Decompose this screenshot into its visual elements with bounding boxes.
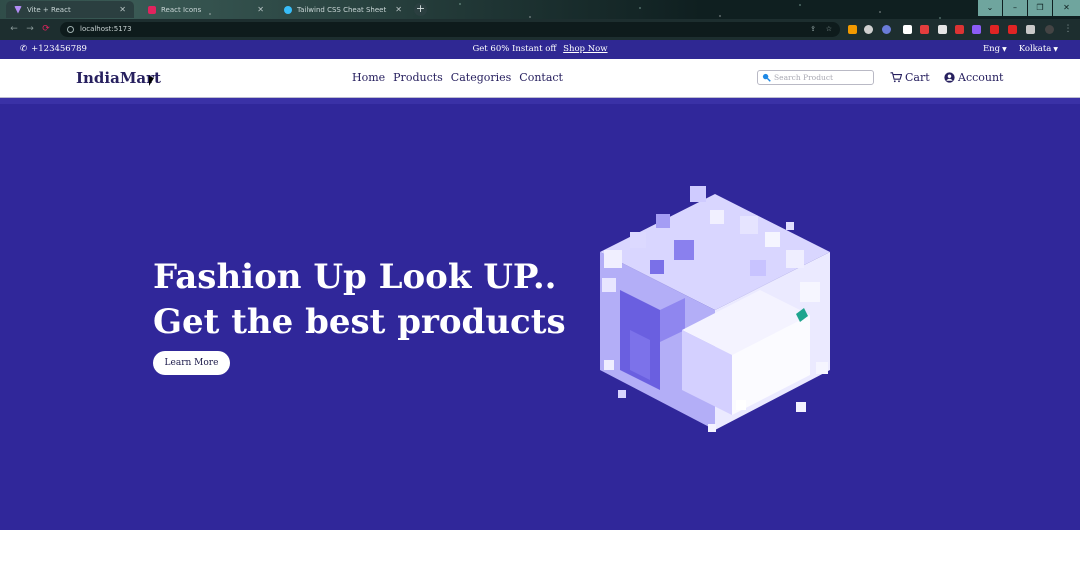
reload-icon[interactable]: ⟳ (40, 23, 52, 35)
maximize-button[interactable]: ❐ (1028, 0, 1052, 16)
browser-chrome: Vite + React ✕ React Icons ✕ Tailwind CS… (0, 0, 1080, 40)
caret-down-icon: ▼ (1053, 46, 1058, 53)
search-icon (762, 73, 771, 82)
language-value: Eng (982, 44, 1001, 54)
promo-selectors: Eng ▼ Kolkata ▼ (983, 44, 1058, 54)
promo-offer: Get 60% Instant off Shop Now (0, 44, 1080, 54)
new-tab-button[interactable]: + (414, 3, 427, 16)
caret-down-icon: ▼ (1002, 46, 1007, 53)
headline-line-1: Fashion Up Look UP.. (153, 257, 557, 297)
language-select[interactable]: Eng ▼ (983, 44, 1007, 54)
extension-icon[interactable] (864, 25, 873, 34)
cart-icon (890, 72, 902, 83)
close-icon[interactable]: ✕ (119, 5, 126, 14)
location-select[interactable]: Kolkata ▼ (1019, 44, 1058, 54)
cart-label: Cart (905, 71, 930, 84)
nav-link-home[interactable]: Home (352, 71, 385, 84)
content-below-hero (0, 530, 1080, 580)
main-menu: Home Products Categories Contact (352, 71, 563, 84)
browser-tab-react-icons[interactable]: React Icons ✕ (140, 1, 272, 18)
extension-icon[interactable] (955, 25, 964, 34)
bookmark-star-icon[interactable]: ☆ (826, 22, 832, 37)
browser-tab-vite[interactable]: Vite + React ✕ (6, 1, 134, 18)
voxel-cube-illustration (600, 186, 830, 432)
close-icon[interactable]: ✕ (395, 5, 402, 14)
extension-icon[interactable] (972, 25, 981, 34)
extension-icon[interactable] (1026, 25, 1035, 34)
close-window-button[interactable]: ✕ (1053, 0, 1080, 16)
tab-search-button[interactable]: ⌄ (978, 0, 1002, 16)
nav-link-contact[interactable]: Contact (519, 71, 563, 84)
tailwind-favicon-icon (284, 5, 292, 14)
vite-favicon-icon (14, 5, 22, 14)
offer-text: Get 60% Instant off (472, 44, 557, 54)
tab-title: React Icons (161, 5, 202, 14)
browser-tab-tailwind[interactable]: Tailwind CSS Cheat Sheet ✕ (276, 1, 410, 18)
extension-icon[interactable] (903, 25, 912, 34)
mouse-cursor-icon (149, 76, 154, 86)
promo-bar: ✆ +123456789 Get 60% Instant off Shop No… (0, 40, 1080, 59)
hero-headline: Fashion Up Look UP.. Get the best produc… (153, 255, 566, 345)
profile-avatar[interactable] (1045, 25, 1054, 34)
extension-icon[interactable] (920, 25, 929, 34)
nav-link-categories[interactable]: Categories (451, 71, 512, 84)
account-label: Account (958, 71, 1004, 84)
search-input[interactable] (774, 73, 869, 82)
extension-icon[interactable] (1008, 25, 1017, 34)
extension-icon[interactable] (990, 25, 999, 34)
cart-link[interactable]: Cart (890, 71, 930, 84)
hero-top-band (0, 98, 1080, 104)
location-value: Kolkata (1018, 44, 1052, 54)
search-box[interactable] (757, 70, 874, 85)
url-text: localhost:5173 (80, 25, 132, 33)
extension-metamask-icon[interactable] (848, 25, 857, 34)
learn-more-button[interactable]: Learn More (153, 351, 230, 375)
browser-menu-icon[interactable]: ⋮ (1062, 23, 1074, 35)
hero-section: Fashion Up Look UP.. Get the best produc… (0, 98, 1080, 530)
url-bar[interactable]: localhost:5173 ⇪ ☆ (60, 22, 840, 37)
minimize-button[interactable]: – (1003, 0, 1027, 16)
user-circle-icon (944, 72, 955, 83)
tab-title: Tailwind CSS Cheat Sheet (297, 5, 387, 14)
tab-title: Vite + React (27, 5, 71, 14)
extension-icon[interactable] (882, 25, 891, 34)
forward-icon[interactable]: → (24, 23, 36, 35)
close-icon[interactable]: ✕ (257, 5, 264, 14)
headline-line-2: Get the best products (153, 302, 566, 342)
share-icon[interactable]: ⇪ (810, 22, 816, 37)
account-link[interactable]: Account (944, 71, 1003, 84)
site-navbar: IndiaMart Home Products Categories Conta… (0, 59, 1080, 98)
shop-now-link[interactable]: Shop Now (563, 44, 607, 54)
back-icon[interactable]: ← (8, 23, 20, 35)
site-info-icon[interactable] (67, 26, 74, 33)
nav-link-products[interactable]: Products (393, 71, 443, 84)
extension-icon[interactable] (938, 25, 947, 34)
react-icons-favicon-icon (148, 5, 156, 14)
